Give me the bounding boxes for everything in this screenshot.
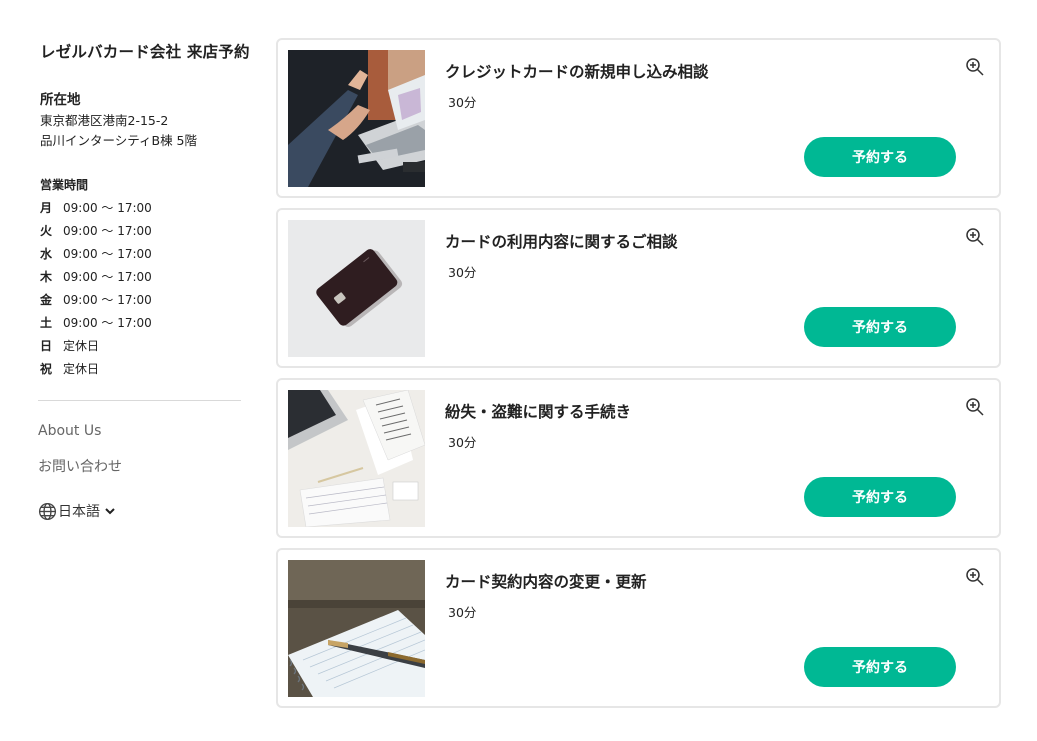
hours-row-sat: 土 09:00 〜 17:00 xyxy=(40,311,152,334)
hours-day: 水 xyxy=(40,247,53,261)
hours-day: 祝 xyxy=(40,362,53,376)
service-thumbnail xyxy=(288,50,425,187)
service-duration: 30分 xyxy=(448,435,477,450)
service-duration: 30分 xyxy=(448,605,477,620)
service-thumbnail xyxy=(288,220,425,357)
contact-link[interactable]: お問い合わせ xyxy=(38,456,122,476)
language-selector[interactable]: 日本語 xyxy=(38,501,116,521)
hours-row-fri: 金 09:00 〜 17:00 xyxy=(40,288,152,311)
hours-time: 09:00 〜 17:00 xyxy=(63,247,152,261)
chevron-down-icon xyxy=(104,506,116,516)
service-card: カードの利用内容に関するご相談 30分 予約する xyxy=(276,208,1001,368)
hours-day: 月 xyxy=(40,201,53,215)
service-card: カード契約内容の変更・更新 30分 予約する xyxy=(276,548,1001,708)
book-button[interactable]: 予約する xyxy=(804,477,956,517)
hours-time: 09:00 〜 17:00 xyxy=(63,270,152,284)
business-hours-list: 月 09:00 〜 17:00 火 09:00 〜 17:00 水 09:00 〜 1… xyxy=(40,196,152,380)
hours-row-thu: 木 09:00 〜 17:00 xyxy=(40,265,152,288)
book-button[interactable]: 予約する xyxy=(804,647,956,687)
about-us-link[interactable]: About Us xyxy=(38,423,101,439)
hours-day: 火 xyxy=(40,224,53,238)
book-button[interactable]: 予約する xyxy=(804,307,956,347)
zoom-in-icon[interactable] xyxy=(965,57,985,77)
hours-time: 定休日 xyxy=(63,339,100,353)
service-duration: 30分 xyxy=(448,95,477,110)
book-button[interactable]: 予約する xyxy=(804,137,956,177)
zoom-in-icon[interactable] xyxy=(965,227,985,247)
hours-day: 土 xyxy=(40,316,53,330)
language-label: 日本語 xyxy=(58,504,100,520)
zoom-in-icon[interactable] xyxy=(965,567,985,587)
service-thumbnail xyxy=(288,390,425,527)
hours-time: 09:00 〜 17:00 xyxy=(63,293,152,307)
address-line-1: 東京都港区港南2-15-2 xyxy=(40,113,169,128)
service-card: クレジットカードの新規申し込み相談 30分 予約する xyxy=(276,38,1001,198)
globe-icon xyxy=(38,502,57,521)
service-card: 紛失・盗難に関する手続き 30分 予約する xyxy=(276,378,1001,538)
sidebar-divider xyxy=(38,400,241,401)
hours-row-mon: 月 09:00 〜 17:00 xyxy=(40,196,152,219)
hours-row-sun: 日定休日 xyxy=(40,334,152,357)
hours-day: 金 xyxy=(40,293,53,307)
service-title: カードの利用内容に関するご相談 xyxy=(445,233,678,251)
hours-heading: 営業時間 xyxy=(40,178,89,192)
hours-time: 09:00 〜 17:00 xyxy=(63,316,152,330)
hours-row-holiday: 祝定休日 xyxy=(40,357,152,380)
service-title: 紛失・盗難に関する手続き xyxy=(445,403,632,421)
service-title: クレジットカードの新規申し込み相談 xyxy=(445,63,709,81)
zoom-in-icon[interactable] xyxy=(965,397,985,417)
hours-day: 日 xyxy=(40,339,53,353)
service-title: カード契約内容の変更・更新 xyxy=(445,573,647,591)
hours-row-tue: 火 09:00 〜 17:00 xyxy=(40,219,152,242)
location-heading: 所在地 xyxy=(40,92,81,108)
service-duration: 30分 xyxy=(448,265,477,280)
hours-time: 09:00 〜 17:00 xyxy=(63,224,152,238)
hours-row-wed: 水 09:00 〜 17:00 xyxy=(40,242,152,265)
service-thumbnail xyxy=(288,560,425,697)
hours-day: 木 xyxy=(40,270,53,284)
address-line-2: 品川インターシティB棟 5階 xyxy=(40,133,198,148)
hours-time: 09:00 〜 17:00 xyxy=(63,201,152,215)
store-title: レゼルバカード会社 来店予約 xyxy=(40,43,250,61)
hours-time: 定休日 xyxy=(63,362,100,376)
